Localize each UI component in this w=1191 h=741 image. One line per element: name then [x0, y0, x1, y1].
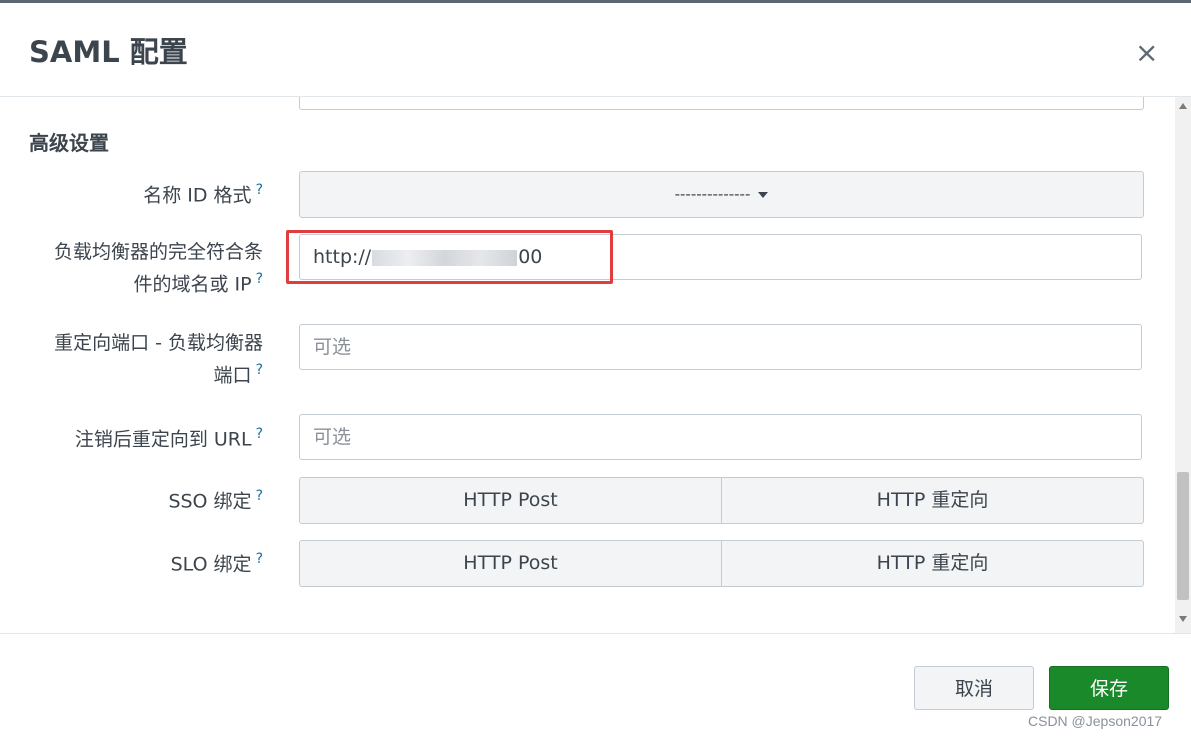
slo-binding-toggle[interactable]: HTTP Post HTTP 重定向 [299, 540, 1144, 587]
scrollbar-thumb[interactable] [1177, 472, 1189, 600]
name-id-format-label: 名称 ID 格式? [143, 182, 263, 207]
close-icon[interactable]: × [1135, 39, 1158, 67]
redirect-port-input[interactable]: 可选 [299, 324, 1142, 370]
watermark-text: CSDN @Jepson2017 [1028, 713, 1163, 729]
logout-url-label: 注销后重定向到 URL? [74, 426, 263, 451]
scroll-down-arrow-icon[interactable] [1179, 616, 1187, 622]
redirect-port-placeholder: 可选 [313, 336, 352, 358]
slo-binding-label: SLO 绑定? [170, 551, 263, 576]
lb-fqdn-label: 负载均衡器的完全符合条 件的域名或 IP? [53, 241, 263, 296]
help-icon[interactable]: ? [256, 551, 263, 567]
help-icon[interactable]: ? [256, 488, 263, 504]
logout-url-placeholder: 可选 [313, 426, 352, 448]
help-icon[interactable]: ? [256, 271, 263, 287]
sso-binding-toggle[interactable]: HTTP Post HTTP 重定向 [299, 477, 1144, 524]
previous-field-input[interactable] [299, 97, 1144, 110]
help-icon[interactable]: ? [256, 182, 263, 198]
redirect-port-label: 重定向端口 - 负载均衡器 端口? [54, 332, 263, 387]
vertical-scrollbar[interactable] [1175, 97, 1191, 633]
name-id-format-select[interactable]: -------------- [299, 171, 1144, 218]
caret-down-icon [758, 191, 769, 198]
sso-binding-label: SSO 绑定? [168, 488, 263, 513]
dialog-header: SAML 配置 × [0, 3, 1191, 97]
slo-binding-http-post[interactable]: HTTP Post [300, 541, 721, 586]
help-icon[interactable]: ? [256, 426, 263, 442]
highlight-box [286, 230, 613, 284]
section-title-advanced: 高级设置 [29, 131, 109, 155]
dialog-footer: 取消 保存 CSDN @Jepson2017 [0, 633, 1191, 741]
logout-url-input[interactable]: 可选 [299, 414, 1142, 460]
sso-binding-http-post[interactable]: HTTP Post [300, 478, 721, 523]
dialog-title: SAML 配置 [29, 35, 188, 69]
slo-binding-http-redirect[interactable]: HTTP 重定向 [721, 541, 1143, 586]
name-id-format-value: -------------- [674, 185, 751, 203]
cancel-button[interactable]: 取消 [914, 666, 1034, 710]
dialog-body[interactable]: 高级设置 名称 ID 格式? -------------- 负载均衡器的完全符合… [0, 97, 1175, 633]
scroll-up-arrow-icon[interactable] [1179, 103, 1187, 109]
sso-binding-http-redirect[interactable]: HTTP 重定向 [721, 478, 1143, 523]
save-button[interactable]: 保存 [1049, 666, 1169, 710]
help-icon[interactable]: ? [256, 362, 263, 378]
